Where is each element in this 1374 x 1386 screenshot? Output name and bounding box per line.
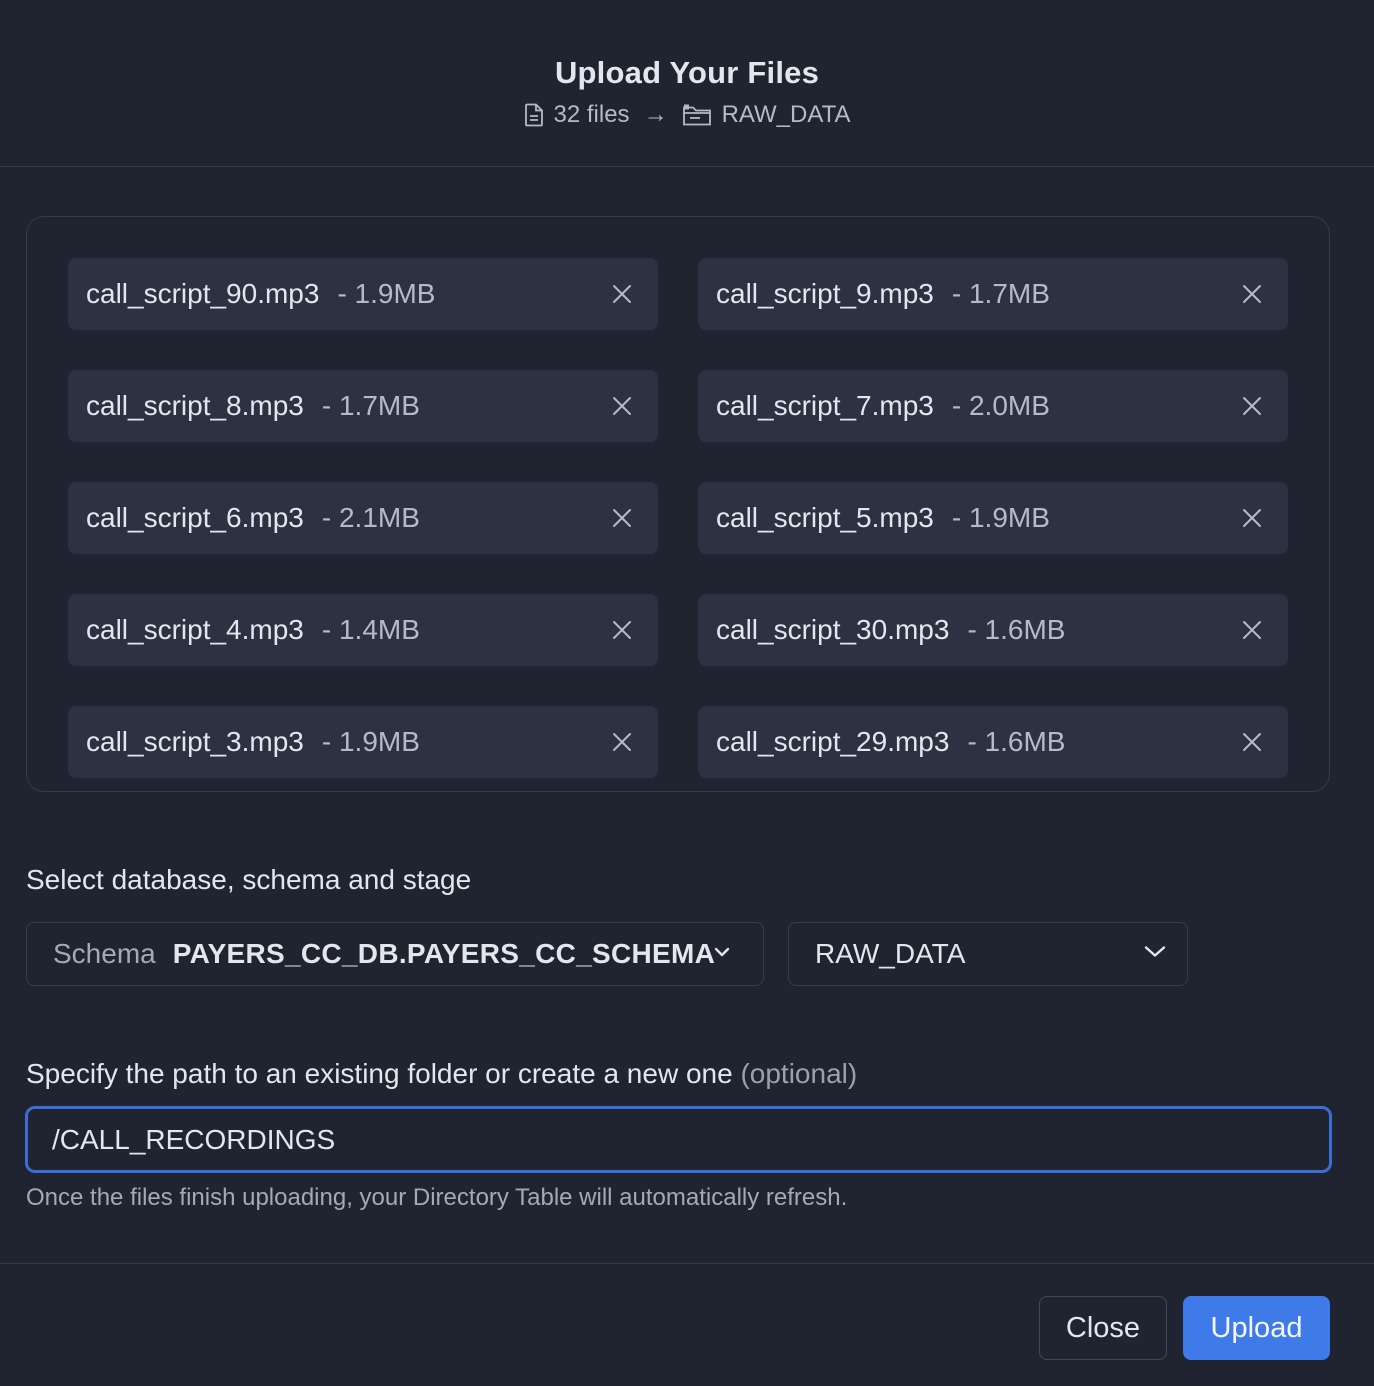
file-list: call_script_90.mp3 - 1.9MB call_script_9.m… — [68, 258, 1288, 778]
file-chip: call_script_30.mp3 - 1.6MB — [698, 594, 1288, 666]
close-icon[interactable] — [1240, 730, 1264, 754]
chevron-down-icon — [1143, 945, 1167, 964]
file-size: - 2.0MB — [951, 390, 1050, 421]
close-icon[interactable] — [610, 506, 634, 530]
file-size: - 1.7MB — [951, 278, 1050, 309]
file-chip: call_script_29.mp3 - 1.6MB — [698, 706, 1288, 778]
file-chip: call_script_90.mp3 - 1.9MB — [68, 258, 658, 330]
upload-summary: 32 files → RAW_DATA — [524, 101, 851, 129]
file-chip: call_script_5.mp3 - 1.9MB — [698, 482, 1288, 554]
close-icon[interactable] — [1240, 394, 1264, 418]
close-icon[interactable] — [1240, 618, 1264, 642]
close-icon[interactable] — [610, 618, 634, 642]
file-name: call_script_5.mp3 — [716, 502, 934, 533]
file-size: - 1.7MB — [321, 390, 420, 421]
stage-folder-icon — [682, 103, 712, 127]
close-button[interactable]: Close — [1039, 1296, 1167, 1360]
location-label: Select database, schema and stage — [26, 864, 472, 895]
dialog-header: Upload Your Files 32 files → RAW_DATA — [0, 0, 1374, 167]
file-list-panel[interactable]: call_script_90.mp3 - 1.9MB call_script_9.m… — [26, 216, 1330, 792]
upload-dialog: Upload Your Files 32 files → RAW_DATA ca… — [0, 0, 1374, 1386]
stage-select[interactable]: RAW_DATA — [788, 922, 1188, 986]
file-chip: call_script_3.mp3 - 1.9MB — [68, 706, 658, 778]
file-count: 32 files — [553, 101, 630, 128]
file-name: call_script_7.mp3 — [716, 390, 934, 421]
path-label-text: Specify the path to an existing folder o… — [26, 1058, 733, 1089]
close-icon[interactable] — [1240, 282, 1264, 306]
close-icon[interactable] — [610, 394, 634, 418]
upload-button[interactable]: Upload — [1183, 1296, 1330, 1360]
file-size: - 1.6MB — [967, 726, 1066, 757]
close-icon[interactable] — [610, 730, 634, 754]
schema-select[interactable]: Schema PAYERS_CC_DB.PAYERS_CC_SCHEMA — [26, 922, 764, 986]
file-size: - 1.4MB — [321, 614, 420, 645]
file-name: call_script_8.mp3 — [86, 390, 304, 421]
chevron-down-icon — [713, 945, 731, 963]
dialog-title: Upload Your Files — [554, 55, 820, 90]
file-size: - 1.9MB — [951, 502, 1050, 533]
file-size: - 1.9MB — [321, 726, 420, 757]
file-name: call_script_29.mp3 — [716, 726, 950, 757]
schema-select-value: PAYERS_CC_DB.PAYERS_CC_SCHEMA — [172, 938, 716, 969]
file-name: call_script_4.mp3 — [86, 614, 304, 645]
close-icon[interactable] — [1240, 506, 1264, 530]
file-name: call_script_3.mp3 — [86, 726, 304, 757]
file-name: call_script_90.mp3 — [86, 278, 320, 309]
file-name: call_script_6.mp3 — [86, 502, 304, 533]
file-size: - 1.6MB — [967, 614, 1066, 645]
folder-path-input[interactable] — [25, 1106, 1332, 1173]
arrow-right-icon: → — [643, 101, 668, 128]
stage-select-value: RAW_DATA — [815, 938, 966, 969]
close-icon[interactable] — [610, 282, 634, 306]
helper-text: Once the files finish uploading, your Di… — [26, 1184, 848, 1211]
file-chip: call_script_9.mp3 - 1.7MB — [698, 258, 1288, 330]
file-size: - 1.9MB — [337, 278, 436, 309]
file-chip: call_script_6.mp3 - 2.1MB — [68, 482, 658, 554]
file-icon — [524, 103, 544, 127]
file-name: call_script_9.mp3 — [716, 278, 934, 309]
optional-tag: (optional) — [740, 1058, 858, 1089]
file-chip: call_script_7.mp3 - 2.0MB — [698, 370, 1288, 442]
file-chip: call_script_4.mp3 - 1.4MB — [68, 594, 658, 666]
path-label: Specify the path to an existing folder o… — [26, 1058, 857, 1090]
file-name: call_script_30.mp3 — [716, 614, 950, 645]
destination-stage: RAW_DATA — [721, 101, 851, 128]
schema-select-prefix: Schema — [53, 938, 156, 969]
file-chip: call_script_8.mp3 - 1.7MB — [68, 370, 658, 442]
footer-divider — [0, 1263, 1374, 1264]
file-size: - 2.1MB — [321, 502, 420, 533]
